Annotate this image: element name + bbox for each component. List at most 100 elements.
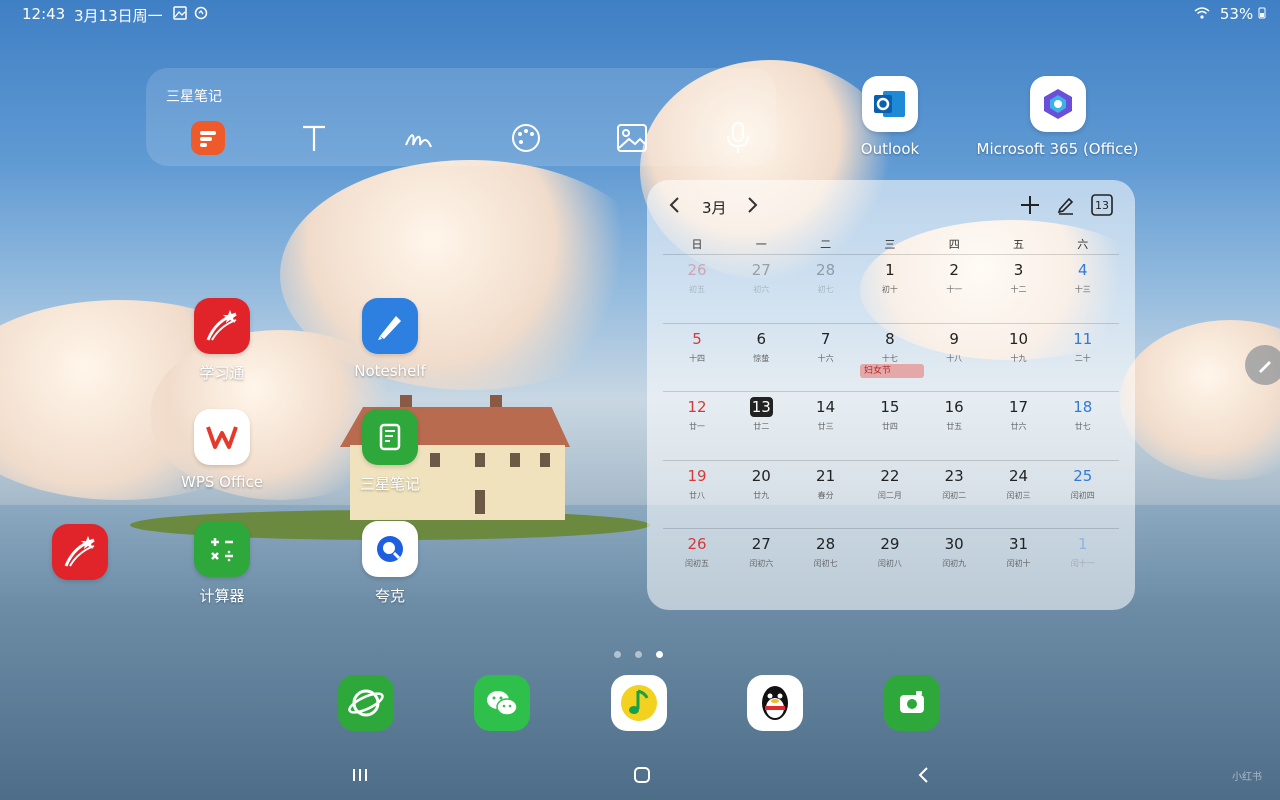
recents-icon — [353, 769, 367, 781]
image-note-button[interactable] — [612, 118, 652, 158]
calendar-day[interactable]: 8 十七 — [858, 325, 922, 391]
dock-wechat[interactable] — [474, 675, 530, 731]
calendar-day[interactable]: 2 十一 — [922, 256, 986, 322]
lunar-date: 闰初四 — [1070, 490, 1095, 500]
weekday-label: 四 — [948, 238, 960, 251]
app-xuexitong-shortcut[interactable] — [20, 524, 140, 580]
calendar-day[interactable]: 6 惊蛰 — [729, 325, 793, 391]
day-number: 26 — [687, 261, 707, 279]
calendar-day[interactable]: 29 闰初八 — [858, 530, 922, 596]
page-dot[interactable] — [614, 651, 621, 658]
lunar-date: 闰初七 — [813, 559, 838, 568]
day-number: 30 — [944, 535, 964, 553]
text-note-button[interactable] — [294, 118, 334, 158]
app-samsung-notes[interactable]: 三星笔记 — [330, 409, 450, 494]
day-number: 16 — [944, 398, 964, 416]
app-quark[interactable]: 夸克 — [330, 521, 450, 606]
dock-qq-music[interactable] — [611, 675, 667, 731]
calendar-day[interactable]: 24 闰初三 — [987, 462, 1051, 528]
day-number: 2 — [949, 261, 959, 279]
calendar-day[interactable]: 26 闰初五 — [665, 530, 729, 596]
calendar-day[interactable]: 28 初七 — [794, 256, 858, 322]
dock-browser[interactable] — [338, 675, 394, 731]
calendar-day[interactable]: 15 廿四 — [858, 393, 922, 459]
app-noteshelf[interactable]: Noteshelf — [330, 298, 450, 380]
event-label[interactable]: 妇女节 — [860, 364, 924, 378]
day-number: 9 — [949, 329, 959, 348]
calendar-day[interactable]: 25 闰初四 — [1051, 462, 1115, 528]
calendar-day[interactable]: 21 春分 — [794, 462, 858, 528]
app-label: 计算器 — [199, 587, 245, 605]
lunar-date: 十九 — [1010, 353, 1027, 363]
dock-camera[interactable] — [884, 675, 940, 731]
prev-month-button[interactable] — [665, 195, 685, 219]
recents-button[interactable] — [340, 760, 380, 790]
page-dot[interactable] — [635, 651, 642, 658]
new-note-button[interactable] — [188, 118, 228, 158]
calendar-day[interactable]: 27 闰初六 — [729, 530, 793, 596]
calendar-day[interactable]: 30 闰初九 — [922, 530, 986, 596]
app-outlook[interactable]: Outlook — [830, 76, 950, 158]
lunar-date: 闰初三 — [1006, 490, 1031, 500]
weekday-label: 一 — [755, 238, 767, 251]
weekday-label: 六 — [1077, 238, 1089, 251]
calendar-day[interactable]: 16 廿五 — [922, 393, 986, 459]
page-dot-active[interactable] — [656, 651, 663, 658]
app-calculator[interactable]: 计算器 — [162, 521, 282, 606]
calendar-day[interactable]: 4 十三 — [1051, 256, 1115, 322]
back-button[interactable] — [903, 760, 943, 790]
app-wps-office[interactable]: WPS Office — [162, 409, 282, 491]
lunar-date: 闰初六 — [749, 559, 774, 568]
app-microsoft-365[interactable]: Microsoft 365 (Office) — [975, 76, 1140, 158]
calendar-day[interactable]: 10 十九 — [987, 325, 1051, 391]
day-number: 25 — [1073, 466, 1093, 485]
mic-icon — [727, 122, 749, 153]
add-event-button[interactable] — [1017, 192, 1043, 218]
app-label: 夸克 — [374, 587, 405, 605]
calendar-day[interactable]: 23 闰初二 — [922, 462, 986, 528]
next-month-button[interactable] — [742, 195, 762, 219]
calendar-day[interactable]: 7 十六 — [794, 325, 858, 391]
calendar-day[interactable]: 9 十八 — [922, 325, 986, 391]
calendar-day[interactable]: 31 闰初十 — [987, 530, 1051, 596]
palette-button[interactable] — [506, 118, 546, 158]
calendar-day[interactable]: 22 闰二月 — [858, 462, 922, 528]
page-indicator[interactable] — [614, 643, 677, 662]
calendar-day[interactable]: 19 廿八 — [665, 462, 729, 528]
calendar-day[interactable]: 20 廿九 — [729, 462, 793, 528]
noteshelf-icon — [362, 298, 418, 354]
xuexitong-icon — [52, 524, 108, 580]
home-icon — [634, 767, 650, 783]
lunar-date: 初十 — [881, 285, 898, 294]
calendar-day[interactable]: 17 廿六 — [987, 393, 1051, 459]
lunar-date: 初五 — [689, 285, 705, 294]
day-number: 14 — [816, 398, 836, 416]
calendar-day[interactable]: 26 初五 — [665, 256, 729, 322]
calendar-day[interactable]: 14 廿三 — [794, 393, 858, 459]
calendar-day[interactable]: 27 初六 — [729, 256, 793, 322]
calendar-day[interactable]: 3 十二 — [987, 256, 1051, 322]
calendar-day[interactable]: 18 廿七 — [1051, 393, 1115, 459]
home-button[interactable] — [622, 760, 662, 790]
app-label: Microsoft 365 (Office) — [976, 140, 1139, 158]
today-button[interactable]: 13 — [1089, 192, 1115, 218]
dock-qq[interactable] — [747, 675, 803, 731]
calendar-day[interactable]: 28 闰初七 — [794, 530, 858, 596]
calendar-day[interactable]: 5 十四 — [665, 325, 729, 391]
handwriting-button[interactable] — [400, 118, 440, 158]
samsung-notes-widget: 三星笔记 — [146, 68, 776, 166]
calendar-day[interactable]: 11 二十 — [1051, 325, 1115, 391]
wps-office-icon — [194, 409, 250, 465]
app-xuexitong[interactable]: 学习通 — [162, 298, 282, 383]
lunar-date: 廿三 — [817, 422, 834, 431]
calendar-day-today[interactable]: 13 廿二 — [729, 393, 793, 459]
lunar-date: 十七 — [881, 353, 898, 363]
lunar-date: 闰初五 — [685, 559, 709, 568]
edge-panel-handle[interactable] — [1245, 345, 1280, 385]
status-date: 3月13日周一 — [74, 7, 163, 25]
voice-note-button[interactable] — [718, 118, 758, 158]
calendar-day[interactable]: 12 廿一 — [665, 393, 729, 459]
calendar-day[interactable]: 1 闰十一 — [1051, 530, 1115, 596]
edit-button[interactable] — [1053, 192, 1079, 218]
calendar-day[interactable]: 1 初十 — [858, 256, 922, 322]
